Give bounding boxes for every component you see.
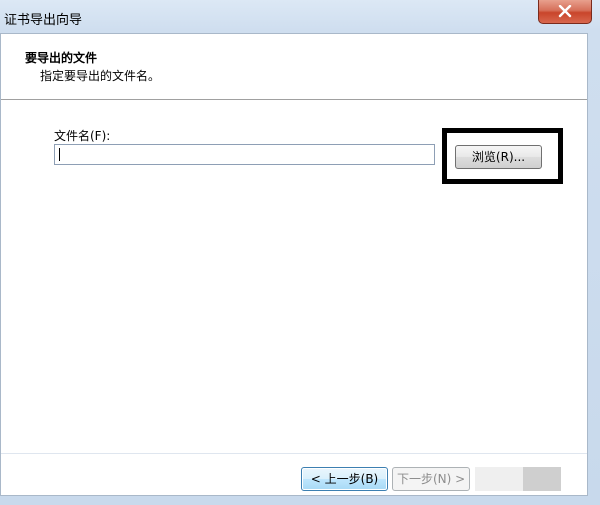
browse-button[interactable]: 浏览(R)...	[455, 145, 542, 169]
close-icon	[558, 5, 572, 18]
title-bar[interactable]: 证书导出向导	[0, 0, 600, 33]
close-button[interactable]	[538, 0, 592, 24]
window-title: 证书导出向导	[4, 13, 83, 28]
back-button[interactable]: < 上一步(B)	[301, 467, 388, 491]
obscured-area	[475, 467, 523, 491]
text-caret	[59, 148, 60, 161]
page-subtitle: 指定要导出的文件名。	[40, 69, 161, 83]
file-name-label: 文件名(F):	[54, 129, 111, 143]
file-name-input[interactable]	[54, 144, 435, 165]
obscured-cancel-button	[523, 467, 561, 491]
page-title: 要导出的文件	[25, 51, 98, 65]
certificate-export-wizard-window: 证书导出向导 要导出的文件 指定要导出的文件名。 文件名(F): 浏览(R)..…	[0, 0, 600, 505]
wizard-header: 要导出的文件 指定要导出的文件名。	[1, 34, 587, 100]
header-divider-highlight	[1, 100, 587, 101]
next-button[interactable]: 下一步(N) >	[392, 467, 470, 491]
footer-separator	[1, 453, 587, 454]
wizard-page: 要导出的文件 指定要导出的文件名。 文件名(F): 浏览(R)... < 上一步…	[0, 33, 588, 496]
